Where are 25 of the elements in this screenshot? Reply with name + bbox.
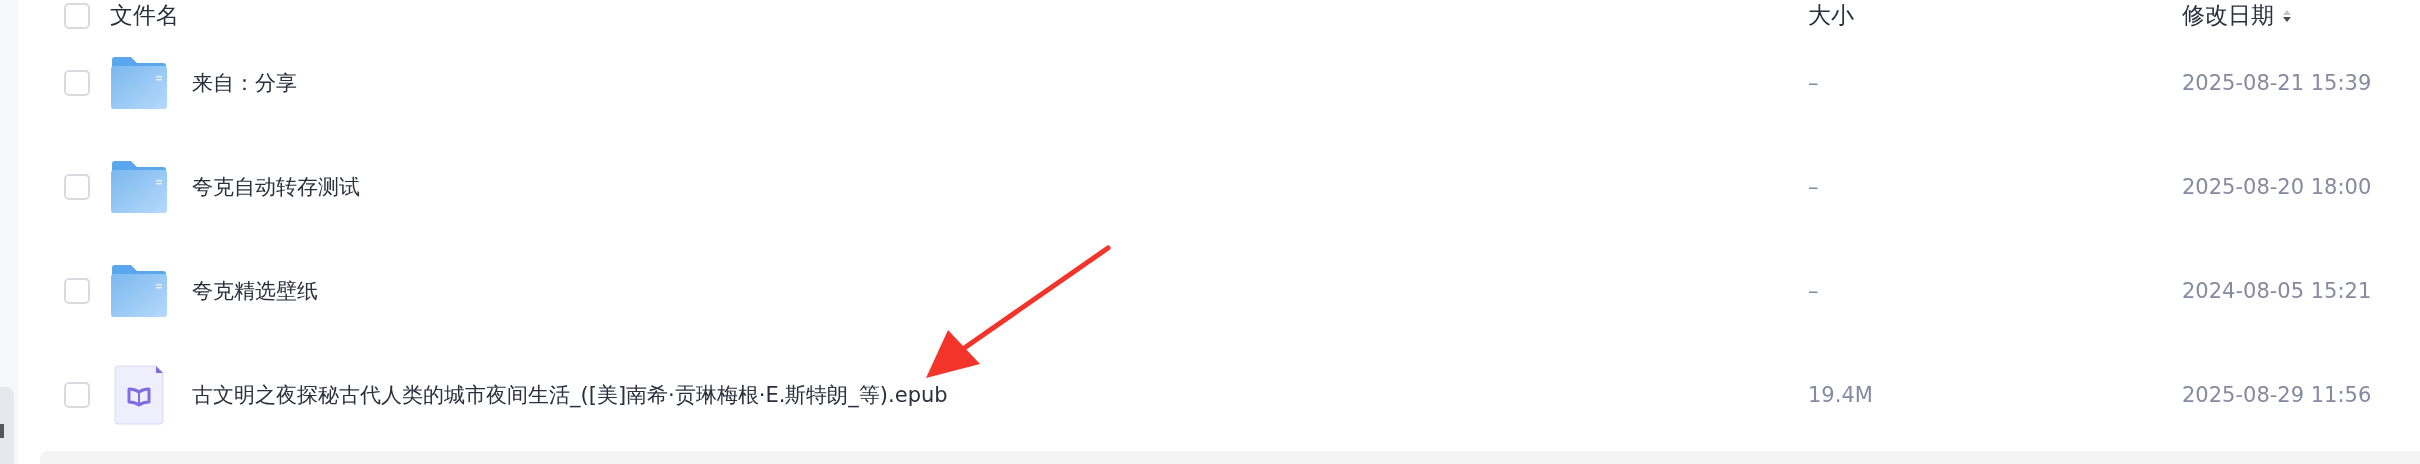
book-file-icon [114, 365, 164, 425]
modified-date: 2025-08-21 15:39 [2182, 71, 2372, 95]
file-name[interactable]: 古文明之夜探秘古代人类的城市夜间生活_([美]南希·贡琳梅根·E.斯特朗_等).epub [192, 381, 948, 409]
modified-date: 2025-08-29 11:56 [2182, 383, 2372, 407]
folder-icon [110, 56, 168, 110]
scroll-handle[interactable] [0, 387, 14, 464]
file-size: – [1808, 175, 1819, 199]
checkbox[interactable] [64, 2, 90, 29]
checkbox[interactable] [64, 70, 90, 96]
file-size: 19.4M [1808, 383, 1873, 407]
folder-icon [110, 160, 168, 214]
file-name[interactable]: 来自：分享 [192, 69, 297, 97]
file-size: – [1808, 279, 1819, 303]
column-header[interactable]: 修改日期 [2182, 0, 2274, 31]
modified-date: 2025-08-20 18:00 [2182, 175, 2372, 199]
file-name[interactable]: 夸克精选壁纸 [192, 277, 318, 305]
modified-date: 2024-08-05 15:21 [2182, 279, 2372, 303]
checkbox[interactable] [64, 278, 90, 304]
folder-icon [110, 264, 168, 318]
file-size: – [1808, 71, 1819, 95]
column-header[interactable]: 大小 [1808, 2, 1854, 28]
column-header[interactable]: 文件名 [110, 2, 179, 28]
file-name[interactable]: 夸克自动转存测试 [192, 173, 360, 201]
checkbox[interactable] [64, 174, 90, 200]
checkbox[interactable] [64, 382, 90, 408]
